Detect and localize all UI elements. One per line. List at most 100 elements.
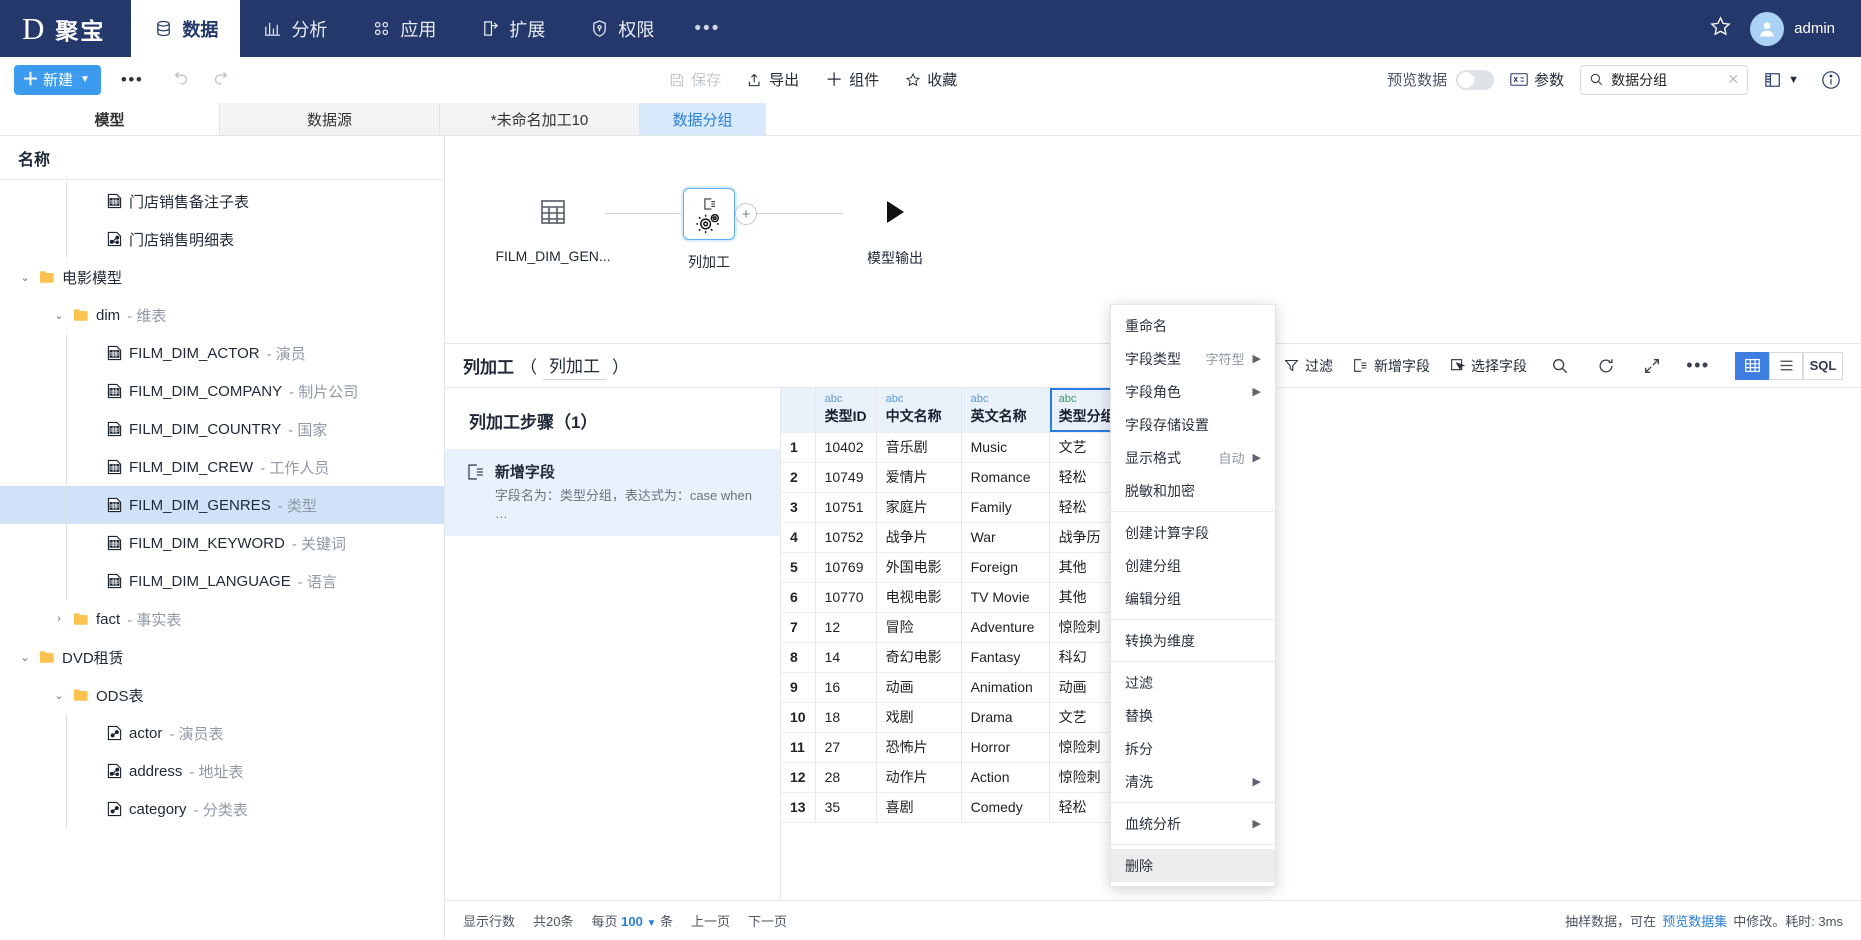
context-menu-item[interactable]: 脱敏和加密 bbox=[1111, 474, 1275, 507]
tree-item[interactable]: ⌄ ODS表 bbox=[0, 676, 444, 714]
column-header[interactable]: abc 中文名称 bbox=[876, 388, 962, 433]
tree-item[interactable]: actor - 演员表 bbox=[0, 714, 444, 752]
context-menu-item[interactable]: 字段角色 ▶ bbox=[1111, 375, 1275, 408]
list-view-button[interactable] bbox=[1769, 351, 1803, 380]
context-menu-item[interactable]: 过滤 bbox=[1111, 666, 1275, 699]
info-icon[interactable] bbox=[1815, 70, 1847, 90]
new-button[interactable]: ＋ 新建 ▼ bbox=[14, 64, 101, 95]
filter-label: 过滤 bbox=[1305, 357, 1333, 374]
chevron-down-icon[interactable]: ⌄ bbox=[18, 271, 32, 284]
grid-view-button[interactable] bbox=[1735, 351, 1769, 380]
next-page-button[interactable]: 下一页 bbox=[748, 911, 787, 930]
column-header[interactable]: abc 类型ID bbox=[815, 388, 877, 433]
save-button[interactable]: 保存 bbox=[669, 69, 721, 90]
undo-icon[interactable] bbox=[163, 69, 196, 90]
table-cell: 外国电影 bbox=[876, 552, 962, 583]
context-menu-item[interactable]: 创建分组 bbox=[1111, 549, 1275, 582]
tree-item[interactable]: ⌄ 电影模型 bbox=[0, 258, 444, 296]
context-menu-item[interactable]: 编辑分组 bbox=[1111, 582, 1275, 615]
context-menu-item[interactable]: 转换为维度 bbox=[1111, 624, 1275, 657]
more-icon[interactable]: ••• bbox=[1685, 353, 1711, 379]
nav-item-permission[interactable]: 权限 bbox=[567, 0, 676, 57]
context-menu-item[interactable]: 显示格式 自动 ▶ bbox=[1111, 441, 1275, 474]
tree-item[interactable]: 门店销售备注子表 bbox=[0, 182, 444, 220]
nav-item-apps[interactable]: 应用 bbox=[349, 0, 458, 57]
brand-logo[interactable]: D 聚宝 bbox=[0, 0, 131, 57]
context-menu-item[interactable]: 重命名 bbox=[1111, 309, 1275, 342]
tree-item[interactable]: ⌄ dim - 维表 bbox=[0, 296, 444, 334]
favorite-button[interactable]: 收藏 bbox=[905, 69, 957, 90]
context-menu-item[interactable]: 拆分 bbox=[1111, 732, 1275, 765]
parameter-button[interactable]: 参数 bbox=[1510, 69, 1564, 90]
user-menu[interactable]: admin bbox=[1750, 11, 1835, 46]
search-input[interactable]: 数据分组 ✕ bbox=[1580, 64, 1749, 95]
refresh-icon[interactable] bbox=[1593, 353, 1619, 379]
toolbar-more-button[interactable]: ••• bbox=[111, 70, 153, 90]
flow-add-node-button[interactable]: + bbox=[735, 203, 757, 225]
filter-button[interactable]: 过滤 bbox=[1284, 356, 1333, 376]
nav-more-button[interactable]: ••• bbox=[676, 0, 738, 57]
tree-item[interactable]: › fact - 事实表 bbox=[0, 600, 444, 638]
chevron-right-icon[interactable]: › bbox=[52, 613, 66, 625]
chevron-down-icon[interactable]: ⌄ bbox=[52, 309, 66, 322]
show-rows-label[interactable]: 显示行数 bbox=[463, 911, 515, 930]
chevron-down-icon[interactable]: ⌄ bbox=[52, 689, 66, 702]
redo-icon[interactable] bbox=[206, 69, 239, 90]
export-button[interactable]: 导出 bbox=[747, 69, 799, 90]
tree-item[interactable]: FILM_DIM_LANGUAGE - 语言 bbox=[0, 562, 444, 600]
tree-item[interactable]: ⌄ DVD租赁 bbox=[0, 638, 444, 676]
favorite-star-icon[interactable] bbox=[1709, 15, 1732, 42]
add-field-button[interactable]: 新增字段 bbox=[1353, 356, 1430, 376]
folder-icon bbox=[73, 612, 89, 626]
tab-data-group[interactable]: 数据分组 bbox=[640, 103, 766, 135]
tree-item[interactable]: address - 地址表 bbox=[0, 752, 444, 790]
expand-icon[interactable] bbox=[1639, 353, 1665, 379]
tree-item[interactable]: FILM_DIM_COMPANY - 制片公司 bbox=[0, 372, 444, 410]
preview-data-toggle[interactable] bbox=[1456, 69, 1495, 90]
prev-page-button[interactable]: 上一页 bbox=[691, 911, 730, 930]
layout-toggle-button[interactable]: ▼ bbox=[1764, 72, 1799, 88]
chart-icon bbox=[262, 19, 282, 39]
clear-icon[interactable]: ✕ bbox=[1727, 71, 1739, 88]
per-page-value[interactable]: 100 bbox=[621, 914, 643, 929]
flow-node-source[interactable]: FILM_DIM_GEN... bbox=[495, 188, 611, 264]
context-menu-item[interactable]: 清洗 ▶ bbox=[1111, 765, 1275, 798]
context-menu-item[interactable]: 替换 bbox=[1111, 699, 1275, 732]
tree-item[interactable]: FILM_DIM_GENRES - 类型 bbox=[0, 486, 444, 524]
bottom-panel-title-tag[interactable]: 列加工 bbox=[543, 352, 606, 380]
tree-item[interactable]: FILM_DIM_CREW - 工作人员 bbox=[0, 448, 444, 486]
context-menu-item[interactable]: 创建计算字段 bbox=[1111, 516, 1275, 549]
preview-dataset-link[interactable]: 预览数据集 bbox=[1662, 911, 1727, 930]
column-header[interactable]: abc 英文名称 bbox=[961, 388, 1050, 433]
tree-item[interactable]: FILM_DIM_ACTOR - 演员 bbox=[0, 334, 444, 372]
chevron-down-icon[interactable]: ▼ bbox=[646, 918, 656, 929]
tab-datasource[interactable]: 数据源 bbox=[220, 103, 440, 135]
tab-model[interactable]: 模型 bbox=[0, 103, 220, 135]
tree-item[interactable]: FILM_DIM_COUNTRY - 国家 bbox=[0, 410, 444, 448]
flow-node-output[interactable]: 模型输出 bbox=[843, 188, 947, 268]
tree-item[interactable]: category - 分类表 bbox=[0, 790, 444, 828]
context-menu-item[interactable]: 血统分析 ▶ bbox=[1111, 807, 1275, 840]
tab-unnamed-process[interactable]: *未命名加工10 bbox=[440, 103, 640, 135]
app-name: 聚宝 bbox=[55, 17, 106, 44]
field-context-menu[interactable]: 重命名 字段类型 字符型 ▶ 字段角色 ▶ 字段存储设置 显示格式 自动 ▶ 脱敏和加密创建计算字段… bbox=[1110, 304, 1276, 887]
context-menu-item[interactable]: 字段存储设置 bbox=[1111, 408, 1275, 441]
sql-view-button[interactable]: SQL bbox=[1803, 351, 1843, 380]
nav-item-data[interactable]: 数据 bbox=[131, 0, 241, 57]
tree-item-sublabel: - 制片公司 bbox=[289, 383, 359, 401]
nav-item-extension[interactable]: 扩展 bbox=[458, 0, 567, 57]
step-item-add-field[interactable]: 新增字段 字段名为：类型分组，表达式为：case when … bbox=[445, 449, 780, 537]
chevron-down-icon[interactable]: ⌄ bbox=[18, 651, 32, 664]
tree-item-sublabel: - 工作人员 bbox=[260, 459, 330, 477]
context-menu-item[interactable]: 删除 bbox=[1111, 849, 1275, 882]
flow-node-column-process[interactable]: 列加工 bbox=[683, 188, 735, 272]
select-field-button[interactable]: 选择字段 bbox=[1450, 356, 1527, 376]
tree-item[interactable]: FILM_DIM_KEYWORD - 关键词 bbox=[0, 524, 444, 562]
component-button[interactable]: ＋ 组件 bbox=[825, 69, 879, 90]
table-cell: 10752 bbox=[815, 522, 877, 553]
search-icon[interactable] bbox=[1547, 353, 1573, 379]
context-menu-item[interactable]: 字段类型 字符型 ▶ bbox=[1111, 342, 1275, 375]
nav-item-analysis[interactable]: 分析 bbox=[240, 0, 349, 57]
tree-item[interactable]: 门店销售明细表 bbox=[0, 220, 444, 258]
plus-icon: ＋ bbox=[825, 69, 844, 90]
